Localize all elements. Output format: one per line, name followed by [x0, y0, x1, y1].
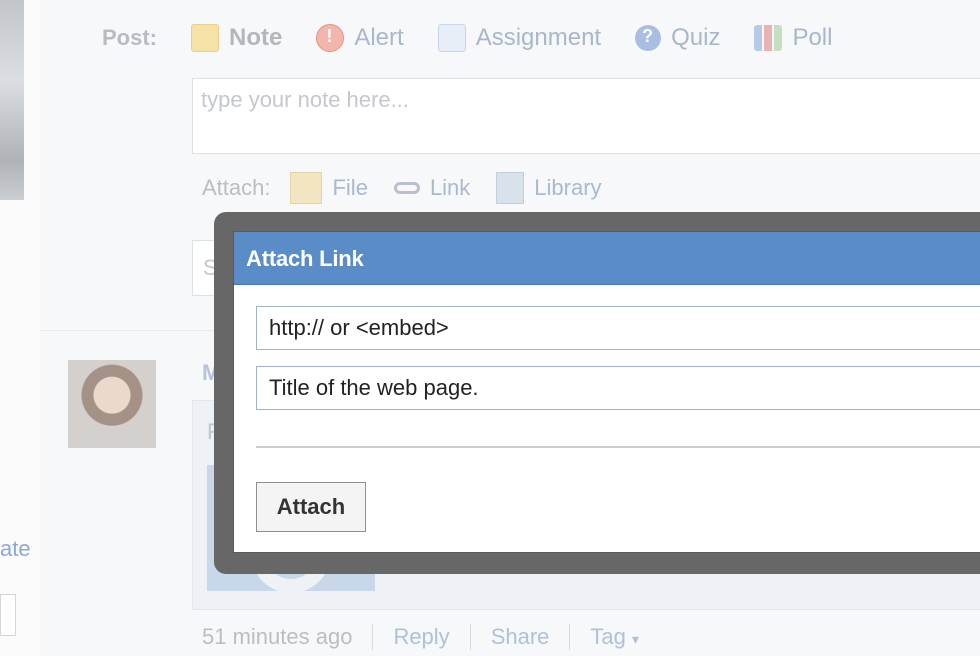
- note-textarea[interactable]: type your note here...: [192, 78, 980, 154]
- left-column: ate: [0, 0, 41, 656]
- attach-label: Attach:: [202, 175, 271, 200]
- file-icon: [290, 172, 323, 204]
- chevron-down-icon: ▾: [632, 631, 640, 647]
- dialog-title: Attach Link: [246, 246, 364, 271]
- post-type-quiz[interactable]: Quiz: [635, 24, 720, 52]
- left-thumbnail: [0, 0, 24, 200]
- post-type-assignment[interactable]: Assignment: [437, 24, 602, 52]
- url-input[interactable]: [256, 306, 980, 350]
- page-title-input[interactable]: [256, 366, 980, 410]
- left-partial-box: [0, 594, 16, 636]
- tag-link[interactable]: Tag ▾: [590, 624, 639, 650]
- post-type-label: Note: [229, 24, 283, 51]
- post-type-poll[interactable]: Poll: [754, 24, 832, 52]
- attach-file[interactable]: File: [290, 172, 368, 204]
- attach-row: Attach: File Link Library: [202, 172, 628, 204]
- assignment-icon: [437, 24, 466, 52]
- post-type-note[interactable]: Note: [191, 24, 282, 52]
- note-placeholder: type your note here...: [201, 87, 409, 112]
- attach-button[interactable]: Attach: [256, 482, 366, 532]
- post-meta-row: 51 minutes ago Reply Share Tag ▾: [202, 624, 639, 650]
- avatar[interactable]: [68, 360, 156, 448]
- alert-icon: [316, 24, 345, 52]
- note-icon: [191, 24, 219, 52]
- left-partial-link[interactable]: ate: [0, 536, 31, 562]
- dialog-divider: [256, 446, 980, 448]
- post-type-label: Assignment: [475, 24, 602, 51]
- attach-link[interactable]: Link: [393, 175, 471, 201]
- attach-library-label: Library: [534, 175, 602, 200]
- separator: [372, 624, 374, 650]
- post-type-row: Post: Note Alert Assignment Quiz Poll: [102, 22, 866, 54]
- separator: [469, 624, 471, 650]
- post-type-alert[interactable]: Alert: [316, 24, 404, 52]
- post-type-label: Quiz: [671, 24, 721, 51]
- reply-link[interactable]: Reply: [393, 624, 449, 650]
- library-icon: [496, 172, 525, 204]
- quiz-icon: [635, 25, 662, 51]
- attach-library[interactable]: Library: [496, 172, 602, 204]
- attach-link-label: Link: [429, 175, 471, 200]
- attach-file-label: File: [332, 175, 368, 200]
- separator: [569, 624, 571, 650]
- post-label: Post:: [102, 25, 157, 50]
- share-link[interactable]: Share: [491, 624, 550, 650]
- tag-label: Tag: [590, 624, 626, 649]
- post-type-label: Alert: [354, 24, 404, 51]
- post-type-label: Poll: [792, 24, 833, 51]
- post-timestamp: 51 minutes ago: [202, 624, 353, 649]
- link-icon: [393, 182, 420, 194]
- attach-link-dialog: Attach Link Attach: [234, 232, 980, 552]
- poll-icon: [754, 25, 783, 51]
- dialog-header: Attach Link: [234, 232, 980, 285]
